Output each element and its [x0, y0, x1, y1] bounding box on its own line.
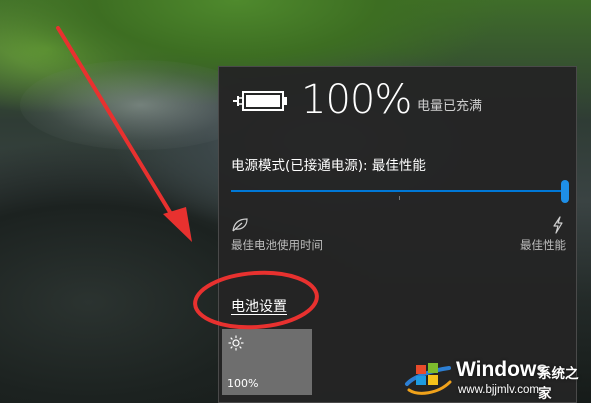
slider-thumb[interactable] — [561, 180, 569, 203]
battery-status: 电量已充满 — [417, 99, 483, 114]
watermark-brand: Windows — [456, 358, 548, 381]
battery-percent: 100% — [301, 77, 412, 123]
brightness-value: 100% — [227, 377, 259, 390]
best-battery-life-caption: 最佳电池使用时间 — [231, 238, 323, 252]
power-mode-slider[interactable] — [231, 177, 571, 205]
best-performance-caption: 最佳性能 — [520, 238, 566, 252]
watermark-url: www.bjjmlv.com — [458, 384, 539, 396]
slider-tick — [233, 196, 234, 200]
slider-track — [231, 190, 565, 192]
watermark-logo — [405, 363, 452, 395]
site-watermark: Windows 系统之家 www.bjjmlv.com — [404, 352, 591, 403]
watermark-brand-cn: 系统之家 — [538, 366, 579, 402]
brightness-quick-action[interactable]: 100% — [222, 329, 312, 395]
brightness-icon — [228, 335, 244, 351]
leaf-icon — [232, 218, 248, 232]
slider-tick — [399, 196, 400, 200]
battery-full-icon — [233, 91, 287, 111]
power-mode-label: 电源模式(已接通电源): 最佳性能 — [231, 158, 426, 174]
battery-settings-link[interactable]: 电池设置 — [231, 296, 287, 316]
lightning-icon — [553, 216, 563, 234]
